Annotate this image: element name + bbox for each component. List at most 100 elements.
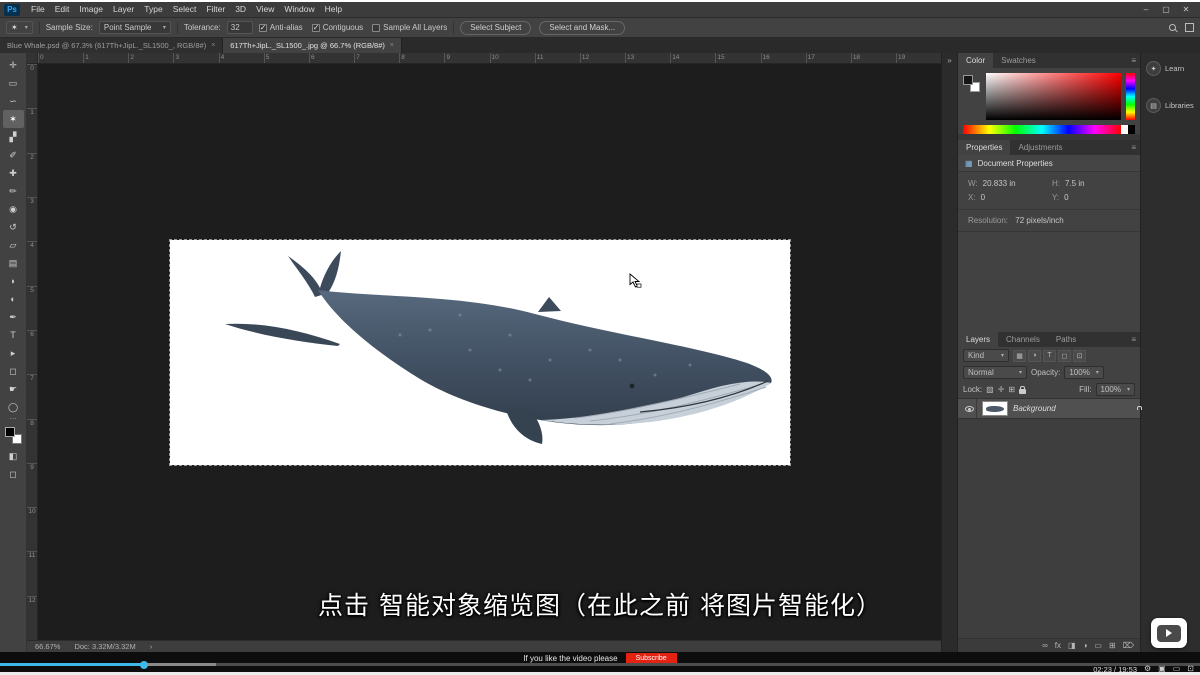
history-brush-tool[interactable]: ↺ bbox=[3, 218, 24, 236]
crop-tool[interactable]: ▞ bbox=[3, 128, 24, 146]
libraries-button[interactable]: ▤ Libraries bbox=[1146, 98, 1200, 113]
blend-mode-dropdown[interactable]: Normal ▾ bbox=[963, 366, 1027, 379]
select-and-mask-button[interactable]: Select and Mask... bbox=[539, 21, 625, 35]
link-layers-icon[interactable]: ∞ bbox=[1042, 641, 1048, 650]
menu-item[interactable]: Window bbox=[279, 2, 319, 17]
option-checkbox[interactable]: Anti-alias bbox=[259, 23, 303, 32]
eraser-tool[interactable]: ▱ bbox=[3, 236, 24, 254]
lasso-tool[interactable]: ∽ bbox=[3, 92, 24, 110]
fill-dropdown[interactable]: 100% ▾ bbox=[1096, 383, 1135, 396]
panel-menu-icon[interactable]: ≡ bbox=[1131, 335, 1136, 344]
layer-visibility-toggle[interactable] bbox=[962, 399, 977, 418]
pen-tool[interactable]: ✒ bbox=[3, 308, 24, 326]
filter-adjustment-layers-icon[interactable]: ◑ bbox=[1028, 350, 1041, 362]
youtube-button[interactable] bbox=[1151, 618, 1187, 648]
document-image[interactable] bbox=[170, 240, 790, 465]
menu-item[interactable]: 3D bbox=[230, 2, 251, 17]
progress-bar[interactable] bbox=[0, 663, 1200, 666]
hue-slider[interactable] bbox=[1126, 73, 1135, 120]
lock-position-icon[interactable]: ⊞ bbox=[1008, 385, 1015, 394]
panel-menu-icon[interactable]: ≡ bbox=[1131, 56, 1136, 65]
path-selection-tool[interactable]: ▸ bbox=[3, 344, 24, 362]
canvas-area[interactable]: 012345678910111213141516171819 012345678… bbox=[27, 53, 941, 640]
filter-type-layers-icon[interactable]: T bbox=[1043, 350, 1056, 362]
edit-toolbar-icon[interactable]: ⋯ bbox=[10, 417, 17, 423]
menu-item[interactable]: Select bbox=[168, 2, 202, 17]
collapse-panels-icon[interactable]: » bbox=[947, 56, 951, 65]
panel-tab[interactable]: Adjustments bbox=[1010, 140, 1070, 155]
panel-menu-icon[interactable]: ≡ bbox=[1131, 143, 1136, 152]
menu-item[interactable]: Image bbox=[74, 2, 108, 17]
menu-item[interactable]: Help bbox=[320, 2, 347, 17]
new-layer-icon[interactable]: ⊞ bbox=[1109, 641, 1116, 650]
layer-name[interactable]: Background bbox=[1013, 404, 1056, 413]
menu-item[interactable]: Layer bbox=[108, 2, 139, 17]
dimension-field[interactable]: Y:0 bbox=[1052, 193, 1130, 202]
close-icon[interactable]: × bbox=[390, 42, 394, 49]
menu-item[interactable]: View bbox=[251, 2, 279, 17]
saturation-field[interactable] bbox=[986, 73, 1121, 120]
eyedropper-tool[interactable]: ✐ bbox=[3, 146, 24, 164]
tolerance-input[interactable]: 32 bbox=[227, 21, 253, 34]
filter-pixel-layers-icon[interactable]: ▦ bbox=[1013, 350, 1026, 362]
spectrum-ramp[interactable] bbox=[963, 125, 1121, 134]
close-button[interactable]: ✕ bbox=[1176, 2, 1196, 17]
menu-item[interactable]: Edit bbox=[50, 2, 75, 17]
lock-pixels-icon[interactable]: ✛ bbox=[998, 385, 1005, 394]
filter-shape-layers-icon[interactable]: ◻ bbox=[1058, 350, 1071, 362]
option-checkbox[interactable]: Sample All Layers bbox=[372, 23, 447, 32]
panel-tab[interactable]: Channels bbox=[998, 332, 1048, 347]
workspace-icon[interactable] bbox=[1185, 23, 1194, 32]
search-icon[interactable] bbox=[1169, 24, 1176, 31]
menu-item[interactable]: Type bbox=[139, 2, 167, 17]
learn-button[interactable]: ✦ Learn bbox=[1146, 61, 1200, 76]
layer-filter-dropdown[interactable]: Kind ▾ bbox=[963, 349, 1009, 362]
layer-mask-icon[interactable]: ◨ bbox=[1068, 641, 1076, 650]
hand-tool[interactable]: ☛ bbox=[3, 380, 24, 398]
healing-brush-tool[interactable]: ✚ bbox=[3, 164, 24, 182]
adjustment-layer-icon[interactable]: ◑ bbox=[1083, 641, 1088, 650]
lock-all-icon[interactable] bbox=[1019, 389, 1026, 394]
tool-preset-picker[interactable]: ✶ ▾ bbox=[6, 21, 33, 34]
dimension-field[interactable]: X:0 bbox=[968, 193, 1046, 202]
layer-effects-icon[interactable]: fx bbox=[1055, 641, 1061, 650]
foreground-color-swatch[interactable] bbox=[5, 427, 15, 437]
gradient-tool[interactable]: ▤ bbox=[3, 254, 24, 272]
document-tab[interactable]: Blue Whale.psd @ 67.3% (617Th+JipL._SL15… bbox=[0, 38, 223, 53]
quick-mask-button[interactable]: ◧ bbox=[3, 447, 24, 465]
lock-transparency-icon[interactable]: ▨ bbox=[986, 385, 994, 394]
document-tab[interactable]: 617Th+JipL._SL1500_.jpg @ 66.7% (RGB/8#)… bbox=[223, 38, 402, 53]
restore-button[interactable]: ▢ bbox=[1156, 2, 1176, 17]
status-arrow-icon[interactable]: › bbox=[150, 642, 153, 651]
clone-stamp-tool[interactable]: ◉ bbox=[3, 200, 24, 218]
blur-tool[interactable]: ◗ bbox=[3, 272, 24, 290]
filter-smart-objects-icon[interactable]: ⊡ bbox=[1073, 350, 1086, 362]
close-icon[interactable]: × bbox=[211, 42, 215, 49]
minimize-button[interactable]: – bbox=[1136, 2, 1156, 17]
menu-item[interactable]: Filter bbox=[201, 2, 230, 17]
zoom-level[interactable]: 66.67% bbox=[35, 642, 60, 651]
progress-handle[interactable] bbox=[140, 661, 148, 669]
dimension-field[interactable]: W:20.833 in bbox=[968, 179, 1046, 188]
panel-tab[interactable]: Properties bbox=[958, 140, 1010, 155]
marquee-tool[interactable]: ▭ bbox=[3, 74, 24, 92]
move-tool[interactable]: ✛ bbox=[3, 56, 24, 74]
foreground-color-swatch[interactable] bbox=[963, 75, 973, 85]
dodge-tool[interactable]: ◐ bbox=[3, 290, 24, 308]
type-tool[interactable]: T bbox=[3, 326, 24, 344]
shape-tool[interactable]: ◻ bbox=[3, 362, 24, 380]
select-subject-button[interactable]: Select Subject bbox=[460, 21, 531, 35]
panel-tab[interactable]: Swatches bbox=[993, 53, 1044, 68]
color-ramp[interactable] bbox=[963, 125, 1135, 134]
menu-item[interactable]: File bbox=[26, 2, 50, 17]
grayscale-ramp[interactable] bbox=[1121, 125, 1135, 134]
opacity-dropdown[interactable]: 100% ▾ bbox=[1064, 366, 1103, 379]
layer-thumbnail[interactable] bbox=[982, 401, 1008, 416]
delete-layer-icon[interactable]: ⌦ bbox=[1123, 641, 1134, 650]
panel-tab[interactable]: Color bbox=[958, 53, 993, 68]
screen-mode-button[interactable]: ◻ bbox=[3, 465, 24, 483]
layer-row-background[interactable]: Background bbox=[958, 399, 1140, 419]
panel-tab[interactable]: Paths bbox=[1048, 332, 1084, 347]
dimension-field[interactable]: H:7.5 in bbox=[1052, 179, 1130, 188]
layer-group-icon[interactable]: ▭ bbox=[1094, 641, 1102, 650]
